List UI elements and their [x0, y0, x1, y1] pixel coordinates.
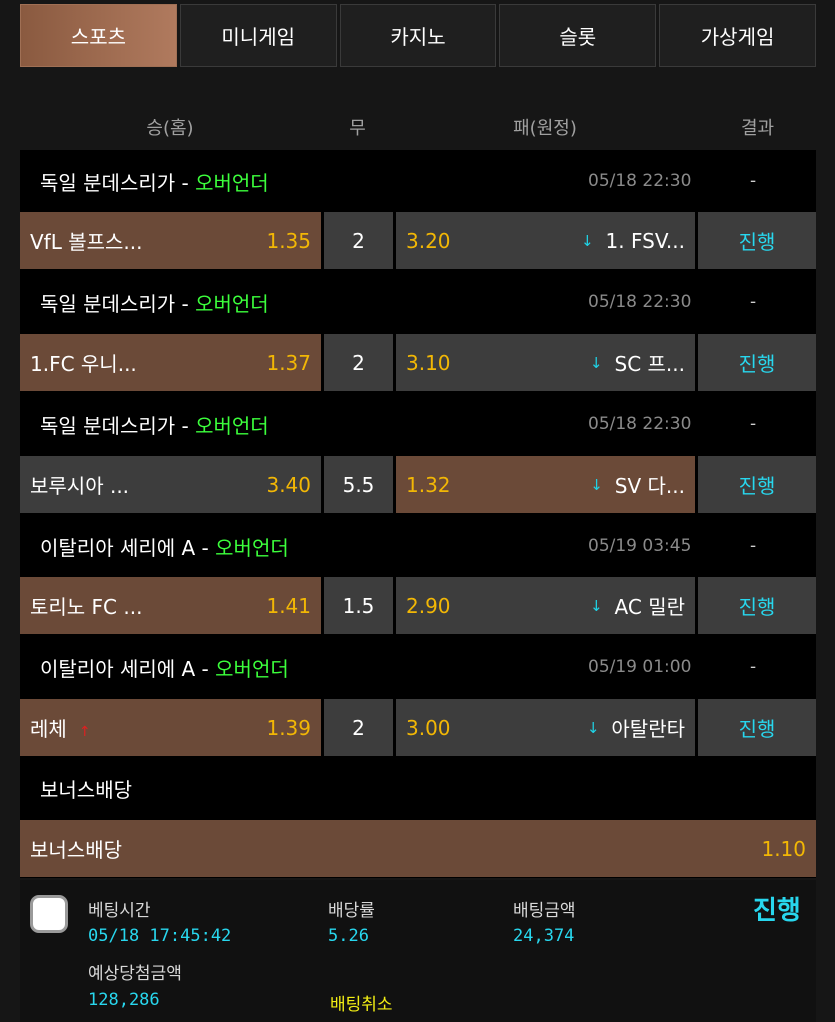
match-result: - — [750, 536, 757, 556]
away-odd: 1.32 — [406, 472, 451, 497]
home-odds-button[interactable]: 토리노 FC ... 1.41 — [20, 577, 321, 634]
status-badge: 진행 — [698, 577, 816, 634]
arrow-down-icon: ↓ — [589, 353, 603, 372]
bonus-label: 보너스배당 — [30, 838, 122, 862]
status-badge: 진행 — [698, 334, 816, 391]
bet-time-value: 05/18 17:45:42 — [88, 926, 232, 946]
away-odd: 3.00 — [406, 715, 451, 740]
home-odd: 1.37 — [266, 350, 311, 375]
line-value: 1.5 — [324, 577, 393, 634]
away-odds-button[interactable]: 3.00 ↓ 아탈란타 — [396, 699, 695, 756]
bet-list: 독일 분데스리가 - 오버언더 05/18 22:30 - VfL 볼프스...… — [20, 150, 816, 878]
bonus-odds-row: 보너스배당 1.10 — [20, 820, 816, 877]
amount-value: 24,374 — [513, 926, 575, 946]
select-checkbox[interactable] — [30, 895, 68, 933]
cancel-bet-button[interactable]: 배팅취소 — [330, 990, 393, 1015]
bet-summary: 베팅시간 05/18 17:45:42 배당률 5.26 배팅금액 24,374… — [20, 880, 816, 1022]
home-odd: 1.39 — [266, 715, 311, 740]
bonus-odd: 1.10 — [761, 836, 806, 861]
bet-status: 진행 — [753, 896, 801, 926]
league-title: 독일 분데스리가 - 오버언더 — [40, 291, 269, 316]
match-time: 05/18 22:30 — [588, 171, 692, 191]
match-time: 05/19 01:00 — [588, 657, 692, 677]
line-value: 2 — [324, 212, 393, 269]
arrow-up-icon: ↑ — [78, 724, 91, 740]
league-title: 이탈리아 세리에 A - 오버언더 — [40, 656, 289, 681]
match-result: - — [750, 657, 757, 677]
home-team-name: 보루시아 ... — [30, 474, 130, 498]
odds-row: VfL 볼프스... 1.35 2 3.20 ↓ 1. FSV... 진행 — [20, 212, 816, 269]
home-team-name: 레체 ↑ — [30, 717, 91, 741]
arrow-down-icon: ↓ — [589, 596, 603, 615]
expected-label: 예상당첨금액 — [88, 964, 182, 984]
tab-slot[interactable]: 슬롯 — [499, 4, 657, 67]
match-info-row: 독일 분데스리가 - 오버언더 05/18 22:30 - — [20, 152, 816, 210]
column-away-header: 패(원정) — [513, 118, 577, 139]
home-odds-button[interactable]: 1.FC 우니... 1.37 — [20, 334, 321, 391]
home-team-name: 1.FC 우니... — [30, 352, 137, 376]
bonus-info-row: 보너스배당 — [20, 759, 816, 817]
match-info-row: 이탈리아 세리에 A - 오버언더 05/19 03:45 - — [20, 517, 816, 575]
odds-row: 토리노 FC ... 1.41 1.5 2.90 ↓ AC 밀란 진행 — [20, 577, 816, 634]
match-info-row: 독일 분데스리가 - 오버언더 05/18 22:30 - — [20, 273, 816, 331]
away-odds-button[interactable]: 3.20 ↓ 1. FSV... — [396, 212, 695, 269]
line-value: 5.5 — [324, 456, 393, 513]
arrow-down-icon: ↓ — [580, 231, 594, 250]
match-result: - — [750, 171, 757, 191]
home-odd: 1.41 — [266, 593, 311, 618]
tab-minigame[interactable]: 미니게임 — [179, 4, 337, 67]
home-odds-button[interactable]: 보루시아 ... 3.40 — [20, 456, 321, 513]
arrow-down-icon: ↓ — [586, 718, 600, 737]
away-odd: 2.90 — [406, 593, 451, 618]
away-team-name: 아탈란타 — [611, 717, 685, 741]
column-home-header: 승(홈) — [146, 118, 194, 139]
away-odds-button[interactable]: 2.90 ↓ AC 밀란 — [396, 577, 695, 634]
expected-value: 128,286 — [88, 990, 160, 1010]
tab-sports[interactable]: 스포츠 — [20, 4, 177, 67]
odds-row: 레체 ↑ 1.39 2 3.00 ↓ 아탈란타 진행 — [20, 699, 816, 756]
home-team-name: 토리노 FC ... — [30, 595, 143, 619]
odds-row: 보루시아 ... 3.40 5.5 1.32 ↓ SV 다... 진행 — [20, 456, 816, 513]
away-odd: 3.20 — [406, 228, 451, 253]
away-odds-button[interactable]: 3.10 ↓ SC 프... — [396, 334, 695, 391]
status-badge: 진행 — [698, 456, 816, 513]
league-title: 이탈리아 세리에 A - 오버언더 — [40, 535, 289, 560]
away-team-name: SC 프... — [614, 352, 686, 376]
status-badge: 진행 — [698, 212, 816, 269]
tab-virtual[interactable]: 가상게임 — [659, 4, 816, 67]
away-team-name: 1. FSV... — [605, 228, 685, 253]
match-time: 05/19 03:45 — [588, 536, 692, 556]
home-team-name: VfL 볼프스... — [30, 230, 143, 254]
away-odd: 3.10 — [406, 350, 451, 375]
match-result: - — [750, 414, 757, 434]
status-badge: 진행 — [698, 699, 816, 756]
rate-label: 배당률 — [328, 901, 375, 921]
odds-row: 1.FC 우니... 1.37 2 3.10 ↓ SC 프... 진행 — [20, 334, 816, 391]
match-time: 05/18 22:30 — [588, 414, 692, 434]
bet-time-label: 베팅시간 — [88, 901, 151, 921]
home-odds-button[interactable]: VfL 볼프스... 1.35 — [20, 212, 321, 269]
rate-value: 5.26 — [328, 926, 369, 946]
match-info-row: 독일 분데스리가 - 오버언더 05/18 22:30 - — [20, 395, 816, 453]
amount-label: 배팅금액 — [513, 901, 576, 921]
match-info-row: 이탈리아 세리에 A - 오버언더 05/19 01:00 - — [20, 638, 816, 696]
away-odds-button[interactable]: 1.32 ↓ SV 다... — [396, 456, 695, 513]
away-team-name: SV 다... — [614, 474, 685, 498]
home-odd: 3.40 — [266, 472, 311, 497]
match-result: - — [750, 292, 757, 312]
league-title: 독일 분데스리가 - 오버언더 — [40, 413, 269, 438]
tab-casino[interactable]: 카지노 — [339, 4, 497, 67]
game-tabs: 스포츠 미니게임 카지노 슬롯 가상게임 — [20, 4, 816, 67]
match-time: 05/18 22:30 — [588, 292, 692, 312]
column-result-header: 결과 — [740, 118, 775, 139]
column-draw-header: 무 — [349, 118, 366, 139]
line-value: 2 — [324, 334, 393, 391]
league-title: 독일 분데스리가 - 오버언더 — [40, 170, 269, 195]
away-team-name: AC 밀란 — [614, 595, 685, 619]
bonus-header: 보너스배당 — [40, 777, 132, 802]
arrow-down-icon: ↓ — [590, 475, 603, 494]
home-odds-button[interactable]: 레체 ↑ 1.39 — [20, 699, 321, 756]
home-odd: 1.35 — [266, 228, 311, 253]
line-value: 2 — [324, 699, 393, 756]
